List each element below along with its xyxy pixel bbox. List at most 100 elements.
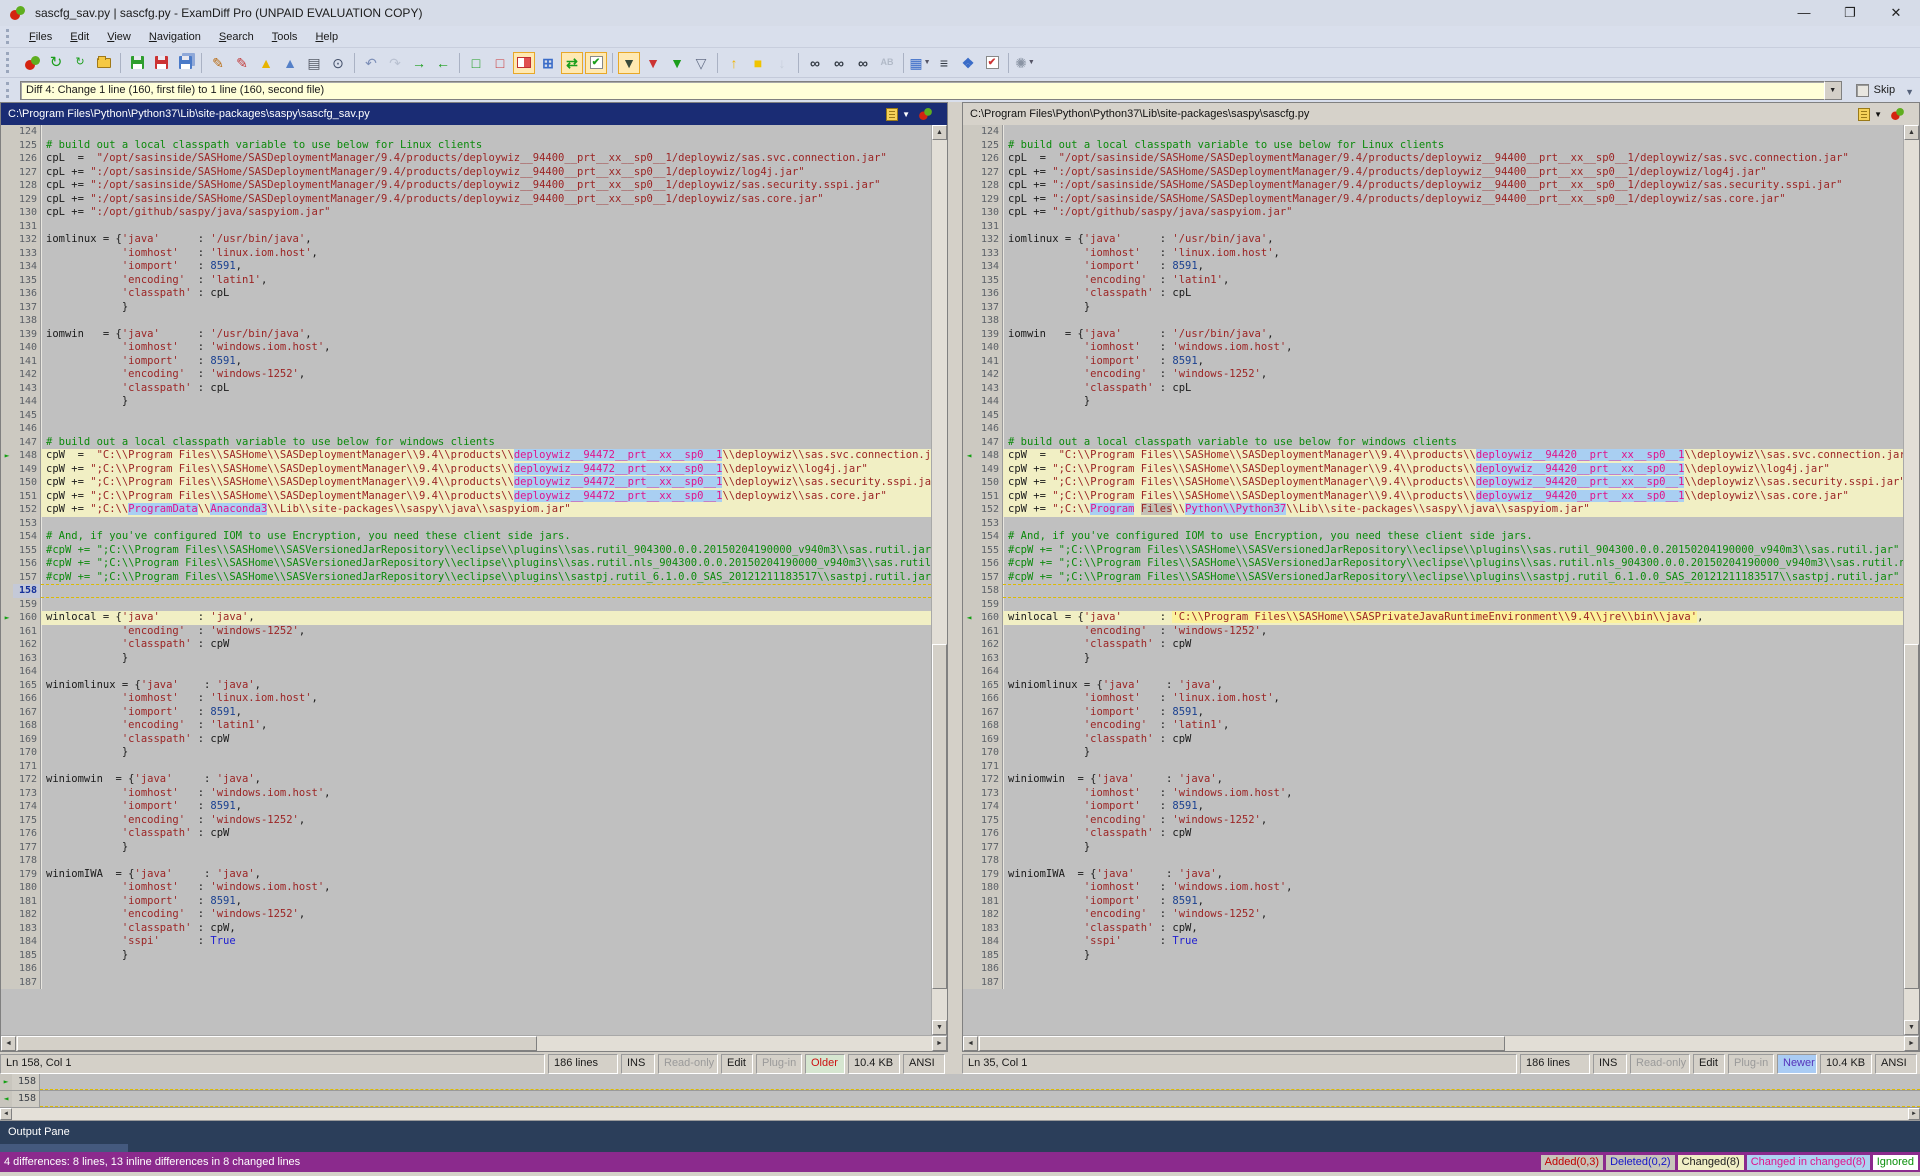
code-line[interactable]: 186: [1, 962, 931, 976]
code-line[interactable]: 130cpL += ":/opt/github/saspy/java/saspy…: [1, 206, 931, 220]
code-line[interactable]: 136 'classpath' : cpL: [1, 287, 931, 301]
header-dropdown-icon[interactable]: ▼: [1874, 110, 1882, 119]
code-line[interactable]: 138: [963, 314, 1903, 328]
code-line[interactable]: 126cpL = "/opt/sasinside/SASHome/SASDepl…: [963, 152, 1903, 166]
filter-second-icon[interactable]: ▼: [666, 52, 688, 74]
code-line[interactable]: 165winiomlinux = {'java' : 'java',: [1, 679, 931, 693]
menu-view[interactable]: View: [98, 29, 140, 45]
code-line[interactable]: 133 'iomhost' : 'linux.iom.host',: [963, 247, 1903, 261]
code-line[interactable]: 162 'classpath' : cpW: [1, 638, 931, 652]
code-line[interactable]: 181 'iomport' : 8591,: [1, 895, 931, 909]
code-line[interactable]: 127cpL += ":/opt/sasinside/SASHome/SASDe…: [963, 166, 1903, 180]
code-line[interactable]: 172winiomwin = {'java' : 'java',: [1, 773, 931, 787]
code-line[interactable]: 145: [963, 409, 1903, 423]
code-line[interactable]: 169 'classpath' : cpW: [963, 733, 1903, 747]
code-line[interactable]: 147# build out a local classpath variabl…: [963, 436, 1903, 450]
undo-icon[interactable]: ↶: [360, 52, 382, 74]
scroll-right-icon[interactable]: ►: [932, 1036, 947, 1051]
code-line[interactable]: 132iomlinux = {'java' : '/usr/bin/java',: [963, 233, 1903, 247]
code-line[interactable]: 128cpL += ":/opt/sasinside/SASHome/SASDe…: [1, 179, 931, 193]
code-line[interactable]: 174 'iomport' : 8591,: [1, 800, 931, 814]
scroll-left-icon[interactable]: ◄: [963, 1036, 978, 1051]
code-line[interactable]: 137 }: [1, 301, 931, 315]
scroll-right-icon[interactable]: ►: [1904, 1036, 1919, 1051]
code-line[interactable]: 183 'classpath' : cpW,: [1, 922, 931, 936]
swap-panes-icon[interactable]: ⇄: [561, 52, 583, 74]
code-line[interactable]: 146: [963, 422, 1903, 436]
settings-gear-icon[interactable]: ✺▼: [1014, 52, 1036, 74]
first-horizontal-scrollbar[interactable]: ◄ ►: [1, 1035, 947, 1051]
code-line[interactable]: 179winiomIWA = {'java' : 'java',: [1, 868, 931, 882]
scroll-down-icon[interactable]: ▼: [1904, 1020, 1919, 1035]
code-line[interactable]: 153: [963, 517, 1903, 531]
filter-none-icon[interactable]: ▽: [690, 52, 712, 74]
code-line[interactable]: 185 }: [1, 949, 931, 963]
inspector-line[interactable]: ►158: [0, 1074, 1920, 1091]
code-line[interactable]: 178: [1, 854, 931, 868]
second-vertical-scrollbar[interactable]: ▲ ▼: [1903, 125, 1919, 1035]
menu-navigation[interactable]: Navigation: [140, 29, 210, 45]
code-line[interactable]: 159: [963, 598, 1903, 612]
scroll-left-icon[interactable]: ◄: [1, 1036, 16, 1051]
code-line[interactable]: 167 'iomport' : 8591,: [963, 706, 1903, 720]
code-line[interactable]: 136 'classpath' : cpL: [963, 287, 1903, 301]
header-dropdown-icon[interactable]: ▼: [902, 110, 910, 119]
code-line[interactable]: 128cpL += ":/opt/sasinside/SASHome/SASDe…: [963, 179, 1903, 193]
output-pane-tab[interactable]: [0, 1144, 128, 1152]
code-line[interactable]: 173 'iomhost' : 'windows.iom.host',: [1, 787, 931, 801]
code-line[interactable]: 173 'iomhost' : 'windows.iom.host',: [963, 787, 1903, 801]
code-line[interactable]: 131: [1, 220, 931, 234]
layout-icon[interactable]: ▦▼: [909, 52, 931, 74]
auto-recompare-icon[interactable]: ✔: [585, 52, 607, 74]
code-line[interactable]: 177 }: [963, 841, 1903, 855]
find-icon[interactable]: ∞: [804, 52, 826, 74]
code-line[interactable]: 157#cpW += ";C:\\Program Files\\SASHome\…: [963, 571, 1903, 585]
code-line[interactable]: 135 'encoding' : 'latin1',: [963, 274, 1903, 288]
code-line[interactable]: 182 'encoding' : 'windows-1252',: [1, 908, 931, 922]
find-next-icon[interactable]: ∞: [828, 52, 850, 74]
code-line[interactable]: 124: [1, 125, 931, 139]
code-line[interactable]: 171: [1, 760, 931, 774]
code-line[interactable]: 140 'iomhost' : 'windows.iom.host',: [963, 341, 1903, 355]
minimize-button[interactable]: —: [1794, 5, 1814, 21]
code-line[interactable]: 133 'iomhost' : 'linux.iom.host',: [1, 247, 931, 261]
code-line[interactable]: 169 'classpath' : cpW: [1, 733, 931, 747]
recompare-icon[interactable]: ↻: [45, 52, 67, 74]
code-line[interactable]: 178: [963, 854, 1903, 868]
first-vertical-scrollbar[interactable]: ▲ ▼: [931, 125, 947, 1035]
code-line[interactable]: 141 'iomport' : 8591,: [963, 355, 1903, 369]
restore-button[interactable]: ❐: [1840, 5, 1860, 21]
code-line[interactable]: 152cpW += ";C:\\Program Files\\Python\\P…: [963, 503, 1903, 517]
code-line[interactable]: 182 'encoding' : 'windows-1252',: [963, 908, 1903, 922]
code-line[interactable]: 159: [1, 598, 931, 612]
copy-down-icon[interactable]: ↓: [771, 52, 793, 74]
code-line[interactable]: 124: [963, 125, 1903, 139]
filter-all-icon[interactable]: ▼: [618, 52, 640, 74]
code-line[interactable]: 185 }: [963, 949, 1903, 963]
filter-first-icon[interactable]: ▼: [642, 52, 664, 74]
code-line[interactable]: 149cpW += ";C:\\Program Files\\SASHome\\…: [963, 463, 1903, 477]
send-report-icon[interactable]: ▲: [279, 52, 301, 74]
options-icon[interactable]: ✔: [981, 52, 1003, 74]
code-line[interactable]: 130cpL += ":/opt/github/saspy/java/saspy…: [963, 206, 1903, 220]
code-line[interactable]: 176 'classpath' : cpW: [1, 827, 931, 841]
code-line[interactable]: 131: [963, 220, 1903, 234]
second-file-header[interactable]: C:\Program Files\Python\Python37\Lib\sit…: [963, 103, 1919, 125]
second-hscroll-thumb[interactable]: [979, 1036, 1505, 1051]
code-line[interactable]: 154# And, if you've configured IOM to us…: [1, 530, 931, 544]
edit-first-icon[interactable]: ✎: [207, 52, 229, 74]
prev-change-icon[interactable]: ←: [432, 52, 454, 74]
code-line[interactable]: 134 'iomport' : 8591,: [963, 260, 1903, 274]
code-line[interactable]: 175 'encoding' : 'windows-1252',: [1, 814, 931, 828]
code-line[interactable]: 129cpL += ":/opt/sasinside/SASHome/SASDe…: [1, 193, 931, 207]
code-line[interactable]: ◄148cpW = "C:\\Program Files\\SASHome\\S…: [963, 449, 1903, 463]
plugins-icon[interactable]: ❖: [957, 52, 979, 74]
code-line[interactable]: 143 'classpath' : cpL: [963, 382, 1903, 396]
code-line[interactable]: 151cpW += ";C:\\Program Files\\SASHome\\…: [963, 490, 1903, 504]
split-view-icon[interactable]: [513, 52, 535, 74]
code-line[interactable]: 161 'encoding' : 'windows-1252',: [963, 625, 1903, 639]
match-case-icon[interactable]: AB: [876, 52, 898, 74]
code-line[interactable]: 142 'encoding' : 'windows-1252',: [963, 368, 1903, 382]
code-line[interactable]: 167 'iomport' : 8591,: [1, 706, 931, 720]
code-line[interactable]: 174 'iomport' : 8591,: [963, 800, 1903, 814]
